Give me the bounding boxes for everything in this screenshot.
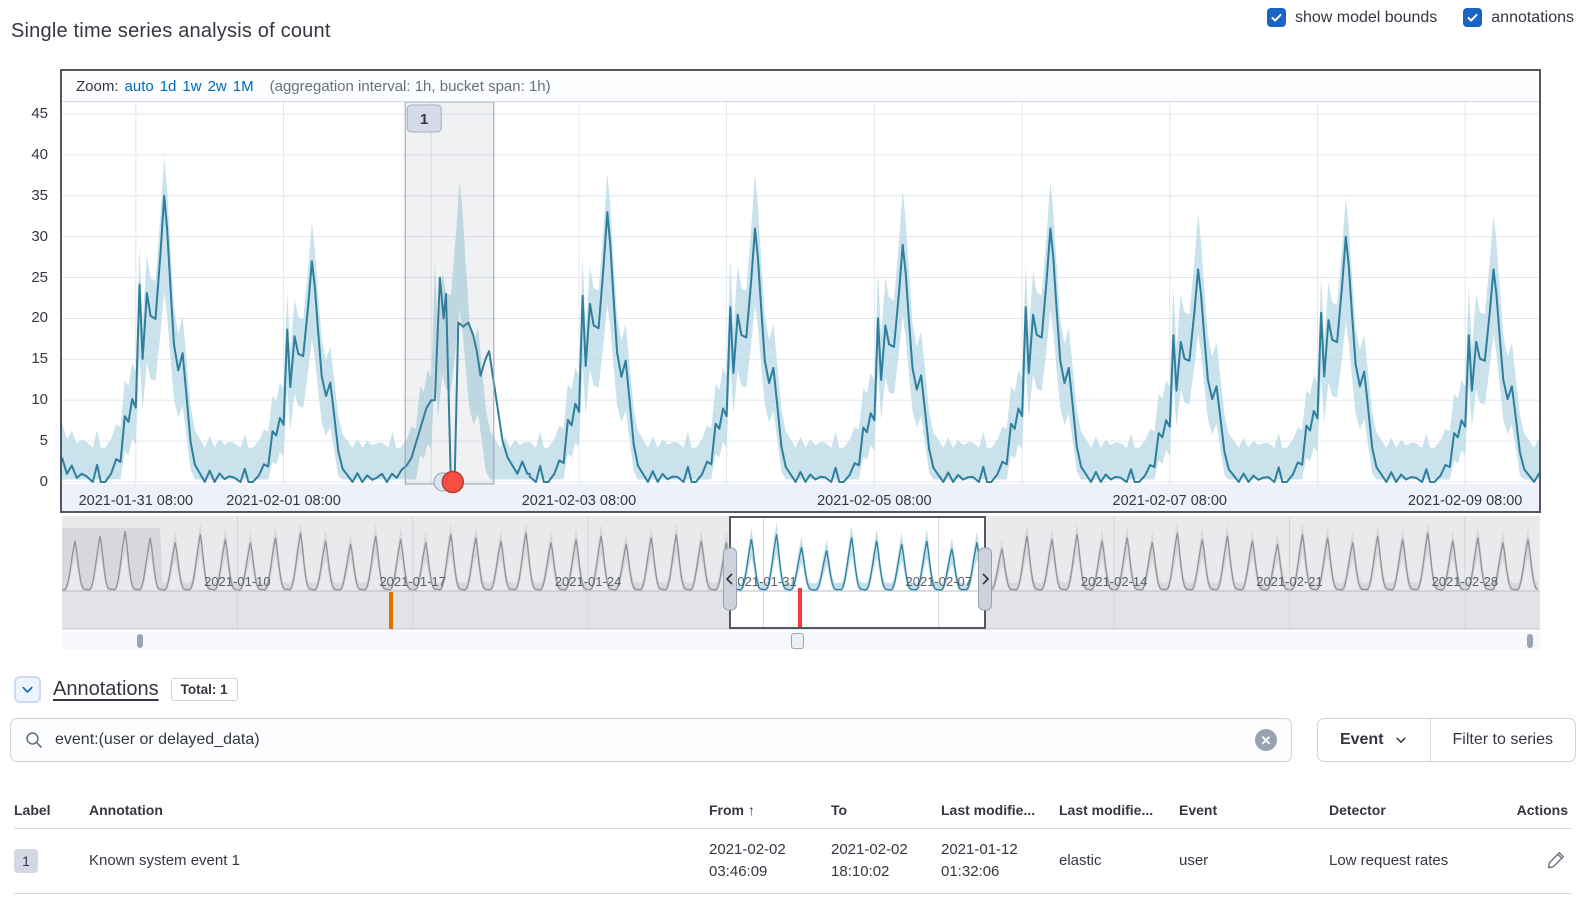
- svg-text:2021-01-31 08:00: 2021-01-31 08:00: [79, 493, 194, 509]
- annotation-brush-handle[interactable]: [791, 633, 804, 649]
- edit-annotation-button[interactable]: [1545, 848, 1568, 874]
- y-axis-labels: 0 5 10 15 20 25 30 35 40 45: [0, 0, 52, 520]
- checkbox-checked-icon: [1267, 8, 1286, 27]
- annotations-header: Annotations Total: 1: [14, 676, 238, 703]
- svg-text:2021-02-21: 2021-02-21: [1256, 574, 1323, 589]
- svg-text:2021-02-07: 2021-02-07: [906, 574, 973, 589]
- total-badge: Total: 1: [171, 678, 238, 701]
- y-tick-label: 35: [2, 187, 48, 204]
- col-to[interactable]: To: [831, 792, 941, 829]
- annotations-title[interactable]: Annotations: [53, 678, 159, 701]
- svg-text:2021-01-10: 2021-01-10: [204, 574, 271, 589]
- aggregation-interval-label: (aggregation interval: 1h, bucket span: …: [270, 78, 551, 95]
- zoom-link-1d[interactable]: 1d: [160, 78, 177, 95]
- table-row: 1 Known system event 1 2021-02-0203:46:0…: [14, 829, 1572, 894]
- col-event[interactable]: Event: [1179, 792, 1329, 829]
- svg-text:2021-01-17: 2021-01-17: [379, 574, 446, 589]
- y-tick-label: 25: [2, 269, 48, 286]
- chevron-down-icon: [20, 682, 35, 697]
- svg-text:2021-02-28: 2021-02-28: [1432, 574, 1499, 589]
- zoom-controls: Zoom: auto 1d 1w 2w 1M (aggregation inte…: [62, 71, 1539, 102]
- annotations-controls: ✕ Event Filter to series: [10, 718, 1576, 762]
- focus-chart-panel: Zoom: auto 1d 1w 2w 1M (aggregation inte…: [60, 69, 1541, 513]
- svg-text:2021-02-07 08:00: 2021-02-07 08:00: [1113, 493, 1228, 509]
- svg-text:2021-02-05 08:00: 2021-02-05 08:00: [817, 493, 932, 509]
- checkbox-label: annotations: [1491, 9, 1574, 27]
- focus-chart[interactable]: 1 2021-01-31 08:00 2021-02-01 08:00 2021-02…: [62, 102, 1539, 511]
- y-tick-label: 20: [2, 309, 48, 326]
- range-handle-left[interactable]: [137, 634, 143, 648]
- event-cell: user: [1179, 829, 1329, 894]
- annotations-table: Label Annotation From ↑ To Last modifie.…: [14, 792, 1572, 894]
- y-tick-label: 0: [2, 473, 48, 490]
- col-annotation[interactable]: Annotation: [89, 792, 709, 829]
- svg-text:2021-02-03 08:00: 2021-02-03 08:00: [522, 493, 637, 509]
- y-tick-label: 45: [2, 105, 48, 122]
- search-box: ✕: [10, 718, 1292, 762]
- annotation-text: Known system event 1: [89, 829, 709, 894]
- show-model-bounds-checkbox[interactable]: show model bounds: [1267, 8, 1437, 27]
- col-actions: Actions: [1514, 792, 1572, 829]
- chevron-down-icon: [1394, 733, 1408, 747]
- annotation-region[interactable]: [405, 102, 494, 484]
- event-filter-dropdown[interactable]: Event: [1318, 719, 1430, 761]
- svg-text:2021-01-31: 2021-01-31: [730, 574, 797, 589]
- checkbox-label: show model bounds: [1295, 9, 1437, 27]
- filter-button-group: Event Filter to series: [1317, 718, 1576, 762]
- last-modified-date-cell: 2021-01-1201:32:06: [941, 829, 1059, 894]
- context-annotation-marker[interactable]: [389, 592, 393, 629]
- single-metric-viewer: Single time series analysis of count sho…: [0, 0, 1586, 904]
- annotations-search-input[interactable]: [55, 731, 1243, 749]
- svg-text:1: 1: [420, 111, 428, 128]
- col-last-modified-by[interactable]: Last modifie...: [1059, 792, 1179, 829]
- col-detector[interactable]: Detector: [1329, 792, 1514, 829]
- svg-text:2021-02-09 08:00: 2021-02-09 08:00: [1408, 493, 1523, 509]
- zoom-label: Zoom:: [76, 78, 119, 95]
- y-tick-label: 15: [2, 350, 48, 367]
- zoom-link-1M[interactable]: 1M: [233, 78, 254, 95]
- brush-handle-right[interactable]: [979, 548, 992, 610]
- focus-chart-svg: 1 2021-01-31 08:00 2021-02-01 08:00 2021-02…: [62, 102, 1539, 511]
- sort-asc-icon: ↑: [748, 802, 755, 818]
- annotation-label-badge: 1: [14, 849, 38, 873]
- y-tick-label: 10: [2, 391, 48, 408]
- svg-text:2021-02-01 08:00: 2021-02-01 08:00: [226, 493, 341, 509]
- context-annotation-marker[interactable]: [798, 588, 802, 629]
- zoom-link-2w[interactable]: 2w: [208, 78, 227, 95]
- svg-text:2021-02-14: 2021-02-14: [1081, 574, 1148, 589]
- brush-handle-left[interactable]: [724, 548, 737, 610]
- detector-cell: Low request rates: [1329, 829, 1514, 894]
- zoom-link-1w[interactable]: 1w: [182, 78, 201, 95]
- last-modified-by-cell: elastic: [1059, 829, 1179, 894]
- context-chart-svg: 2021-01-10 2021-01-17 2021-01-24 2021-01-31…: [62, 516, 1540, 630]
- collapse-toggle-button[interactable]: [14, 676, 41, 703]
- anomaly-marker[interactable]: [442, 472, 463, 493]
- zoom-link-auto[interactable]: auto: [125, 78, 154, 95]
- y-tick-label: 30: [2, 228, 48, 245]
- chart-options: show model bounds annotations: [1267, 8, 1574, 27]
- col-last-modified-date[interactable]: Last modifie...: [941, 792, 1059, 829]
- pencil-icon: [1547, 850, 1566, 869]
- context-chart[interactable]: 2021-01-10 2021-01-17 2021-01-24 2021-01-31…: [62, 516, 1540, 630]
- checkbox-checked-icon: [1463, 8, 1482, 27]
- clear-search-icon[interactable]: ✕: [1255, 729, 1277, 751]
- y-tick-label: 5: [2, 432, 48, 449]
- col-from[interactable]: From ↑: [709, 792, 831, 829]
- page-title: Single time series analysis of count: [11, 20, 331, 43]
- search-icon: [25, 731, 43, 749]
- from-cell: 2021-02-0203:46:09: [709, 829, 831, 894]
- svg-text:2021-01-24: 2021-01-24: [555, 574, 622, 589]
- to-cell: 2021-02-0218:10:02: [831, 829, 941, 894]
- annotations-checkbox[interactable]: annotations: [1463, 8, 1574, 27]
- time-range-track[interactable]: [62, 632, 1540, 650]
- y-tick-label: 40: [2, 146, 48, 163]
- filter-to-series-button[interactable]: Filter to series: [1431, 719, 1575, 761]
- range-handle-right[interactable]: [1527, 634, 1533, 648]
- col-label[interactable]: Label: [14, 792, 89, 829]
